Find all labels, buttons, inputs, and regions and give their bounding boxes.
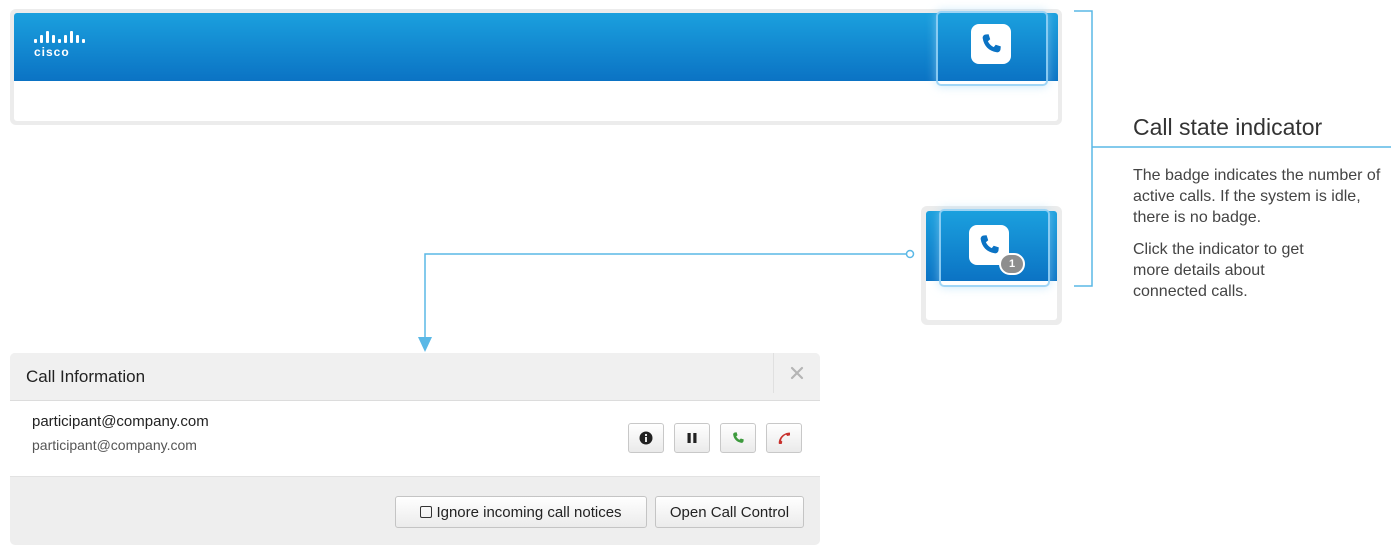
callout-paragraph-2: Click the indicator to get more details … xyxy=(1133,241,1304,300)
connector-origin-dot xyxy=(905,249,915,259)
hang-up-icon xyxy=(778,432,790,444)
callout-title: Call state indicator xyxy=(1133,114,1323,140)
dialog-connector xyxy=(424,253,908,338)
call-actions xyxy=(628,423,802,453)
open-call-control-button[interactable]: Open Call Control xyxy=(655,496,804,528)
call-information-dialog: Call Information participant@company.com… xyxy=(10,353,820,545)
ignore-incoming-label: Ignore incoming call notices xyxy=(436,503,622,521)
checkbox-icon[interactable] xyxy=(420,506,433,518)
resume-call-icon xyxy=(733,432,744,443)
close-button[interactable] xyxy=(773,353,820,393)
callout-bracket xyxy=(1074,10,1093,287)
dialog-title: Call Information xyxy=(26,367,146,386)
close-icon xyxy=(790,366,804,380)
hang-up-button[interactable] xyxy=(766,423,802,453)
pause-icon xyxy=(687,433,697,443)
resume-call-button[interactable] xyxy=(720,423,756,453)
participant-uri: participant@company.com xyxy=(32,437,197,453)
callout-description: The badge indicates the number of active… xyxy=(1133,165,1391,313)
hold-button[interactable] xyxy=(674,423,710,453)
info-icon xyxy=(639,431,653,445)
info-button[interactable] xyxy=(628,423,664,453)
dialog-footer: Ignore incoming call notices Open Call C… xyxy=(395,496,804,528)
ignore-incoming-call-notices-button[interactable]: Ignore incoming call notices xyxy=(395,496,647,528)
dialog-header: Call Information xyxy=(10,353,820,401)
connector-arrowhead xyxy=(418,337,432,352)
callout-paragraph-1: The badge indicates the number of active… xyxy=(1133,167,1381,226)
participant-row: participant@company.com participant@comp… xyxy=(10,401,820,477)
participant-name: participant@company.com xyxy=(32,413,209,430)
